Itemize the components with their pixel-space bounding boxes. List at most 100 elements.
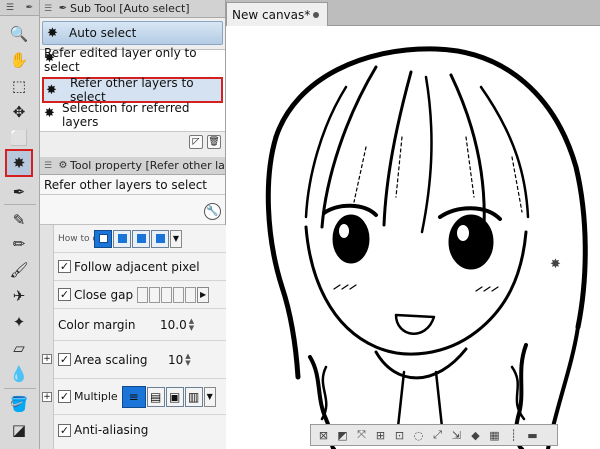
- tool-property-list: How to c ▼ ✓ Follow adjacent pixel ✓ Clo…: [40, 225, 226, 449]
- character-line-art: [265, 46, 588, 449]
- gradient-tool-icon[interactable]: ◪: [7, 418, 31, 442]
- chevron-right-icon[interactable]: ▶: [197, 286, 210, 303]
- operation-tool-icon[interactable]: ⬚: [7, 74, 31, 98]
- folder-layer-icon[interactable]: ▥: [184, 386, 203, 407]
- sub-tool-list: ✸ Refer edited layer only to select ✸ Re…: [40, 46, 225, 131]
- toolbar-divider: [4, 388, 36, 389]
- sub-tool-item-label: Refer other layers to select: [70, 76, 194, 104]
- scale-icon[interactable]: ⇲: [448, 427, 465, 443]
- expand-plus-icon[interactable]: +: [42, 354, 52, 364]
- auto-select-icon: ✸: [47, 25, 58, 41]
- deselect-icon[interactable]: ⊠: [315, 427, 332, 443]
- settings-icon[interactable]: ▬: [524, 427, 541, 443]
- brush-tool-icon[interactable]: 🖌: [7, 258, 31, 282]
- color-margin-row: Color margin 10.0 ▲ ▼: [54, 309, 226, 341]
- drawing-canvas[interactable]: ✸ ⊠ ◩ ⤧ ⊞ ⊡ ◌ ⤢ ⇲ ◆ ▦ ┊ ▬: [226, 27, 600, 449]
- expand-selection-icon[interactable]: ⊞: [372, 427, 389, 443]
- gap-level-2[interactable]: [149, 286, 161, 303]
- blend-tool-icon[interactable]: 💧: [7, 362, 31, 386]
- eyedropper-tool-icon[interactable]: ✒: [7, 180, 31, 204]
- how-to-select-row: How to c ▼: [54, 225, 226, 253]
- gap-level-4[interactable]: [173, 286, 185, 303]
- auto-select-tool-icon[interactable]: ✸: [5, 149, 33, 177]
- add-selection-mode-icon[interactable]: [113, 229, 131, 248]
- hand-tool-icon[interactable]: ✋: [7, 48, 31, 72]
- fill-tool-icon[interactable]: 🪣: [7, 392, 31, 416]
- tool-property-panel: ☰ ⚙ Tool property [Refer other la Refer …: [40, 157, 226, 449]
- selected-layer-icon[interactable]: ▣: [165, 386, 184, 407]
- eraser-tool-icon[interactable]: ▱: [7, 336, 31, 360]
- anti-aliasing-checkbox[interactable]: ✓: [58, 423, 71, 437]
- airbrush-tool-icon[interactable]: ✈: [7, 284, 31, 308]
- crop-icon[interactable]: ◩: [334, 427, 351, 443]
- pen-tool-icon[interactable]: ✎: [7, 208, 31, 232]
- canvas-tab-title: New canvas*: [232, 7, 311, 22]
- spinner-icon[interactable]: ▲ ▼: [189, 317, 199, 332]
- new-selection-mode-icon[interactable]: [94, 229, 112, 248]
- chevron-down-icon[interactable]: ▼: [170, 229, 182, 248]
- divider-icon: ┊: [510, 428, 517, 442]
- chevron-down-icon[interactable]: ▼: [203, 386, 216, 407]
- close-gap-checkbox[interactable]: ✓: [58, 288, 71, 301]
- toolbar-divider: [4, 204, 36, 205]
- pencil-tool-icon[interactable]: ✏: [7, 232, 31, 256]
- tool-preview: 🔧: [40, 195, 225, 225]
- sub-tool-item-refer-edited[interactable]: ✸ Refer edited layer only to select: [42, 46, 223, 76]
- panel-menu-icon[interactable]: ☰: [6, 3, 14, 13]
- referred-layer-icon[interactable]: ▤: [146, 386, 165, 407]
- trash-icon[interactable]: 🗑: [207, 134, 221, 149]
- move-tool-icon[interactable]: ✥: [7, 100, 31, 124]
- spinner-icon[interactable]: ▲ ▼: [185, 352, 195, 367]
- sub-tool-item-label: Refer edited layer only to select: [44, 46, 197, 74]
- color-margin-label: Color margin: [58, 317, 136, 332]
- decoration-tool-icon[interactable]: ✦: [7, 310, 31, 334]
- sub-tool-group-tab[interactable]: ✸ Auto select: [42, 21, 223, 45]
- intersect-selection-mode-icon[interactable]: [151, 229, 169, 248]
- layer-stack-icon[interactable]: ≡: [121, 385, 146, 408]
- panel-menu-icon[interactable]: ☰: [40, 4, 56, 14]
- checker-icon[interactable]: ▦: [486, 427, 503, 443]
- anti-aliasing-row: ✓ Anti-aliasing: [54, 415, 226, 445]
- property-side-strip: [40, 225, 54, 449]
- sub-tool-footer: ◸ 🗑: [40, 131, 225, 151]
- selection-launcher-bar: ⊠ ◩ ⤧ ⊞ ⊡ ◌ ⤢ ⇲ ◆ ▦ ┊ ▬: [310, 424, 558, 446]
- multiple-refer-label: Multiple: [74, 390, 118, 403]
- wrench-icon[interactable]: 🔧: [204, 203, 221, 220]
- gap-level-3[interactable]: [161, 286, 173, 303]
- fill-selection-icon[interactable]: ◆: [467, 427, 484, 443]
- zoom-tool-icon[interactable]: 🔍: [7, 22, 31, 46]
- canvas-area: New canvas* ✸ ⊠ ◩ ⤧ ⊞ ⊡ ◌ ⤢ ⇲ ◆ ▦ ┊ ▬: [226, 0, 600, 449]
- area-scaling-row: + ✓ Area scaling 10 ▲ ▼: [42, 341, 226, 379]
- sub-tool-panel: ☰ ✒ Sub Tool [Auto select] ✸ Auto select…: [40, 0, 226, 157]
- tool-name: Refer other layers to select: [40, 175, 225, 195]
- follow-adjacent-label: Follow adjacent pixel: [74, 259, 200, 274]
- multiple-refer-checkbox[interactable]: ✓: [58, 390, 71, 403]
- expand-plus-icon[interactable]: +: [42, 392, 52, 402]
- gear-icon: ⚙: [58, 160, 68, 171]
- auto-select-icon: ✸: [44, 106, 55, 121]
- clear-icon[interactable]: ◌: [410, 427, 427, 443]
- tool-palette: ☰ ✒ 🔍 ✋ ⬚ ✥ ⬜ ✸ ✒ ✎ ✏ 🖌 ✈ ✦ ▱ 💧 🪣 ◪: [0, 0, 40, 449]
- panel-menu-icon[interactable]: ☰: [40, 161, 56, 171]
- tool-property-header: ☰ ⚙ Tool property [Refer other la: [40, 157, 225, 175]
- color-margin-value[interactable]: 10.0: [160, 318, 187, 332]
- transform-icon[interactable]: ⤢: [429, 427, 446, 443]
- sub-tool-title: Sub Tool [Auto select]: [70, 2, 190, 15]
- pen-indicator-icon: ✒: [25, 2, 34, 13]
- area-scaling-label: Area scaling: [74, 352, 148, 367]
- selection-tool-icon[interactable]: ⬜: [7, 126, 31, 150]
- sub-tool-item-selection-referred[interactable]: ✸ Selection for referred layers: [42, 101, 223, 131]
- area-scaling-value[interactable]: 10: [168, 353, 183, 367]
- gap-level-1[interactable]: [137, 286, 149, 303]
- area-scaling-checkbox[interactable]: ✓: [58, 353, 71, 366]
- sub-tool-item-refer-other[interactable]: ✸ Refer other layers to select: [42, 76, 223, 104]
- new-sub-tool-icon[interactable]: ◸: [189, 134, 203, 149]
- shrink-selection-icon[interactable]: ⊡: [391, 427, 408, 443]
- follow-adjacent-checkbox[interactable]: ✓: [58, 260, 71, 273]
- canvas-tab[interactable]: New canvas*: [226, 2, 328, 26]
- tool-property-title: Tool property [Refer other la: [70, 159, 225, 172]
- invert-selection-icon[interactable]: ⤧: [353, 427, 370, 443]
- subtract-selection-mode-icon[interactable]: [132, 229, 150, 248]
- cursor-crosshair-icon: ✸: [550, 257, 561, 272]
- gap-level-5[interactable]: [185, 286, 197, 303]
